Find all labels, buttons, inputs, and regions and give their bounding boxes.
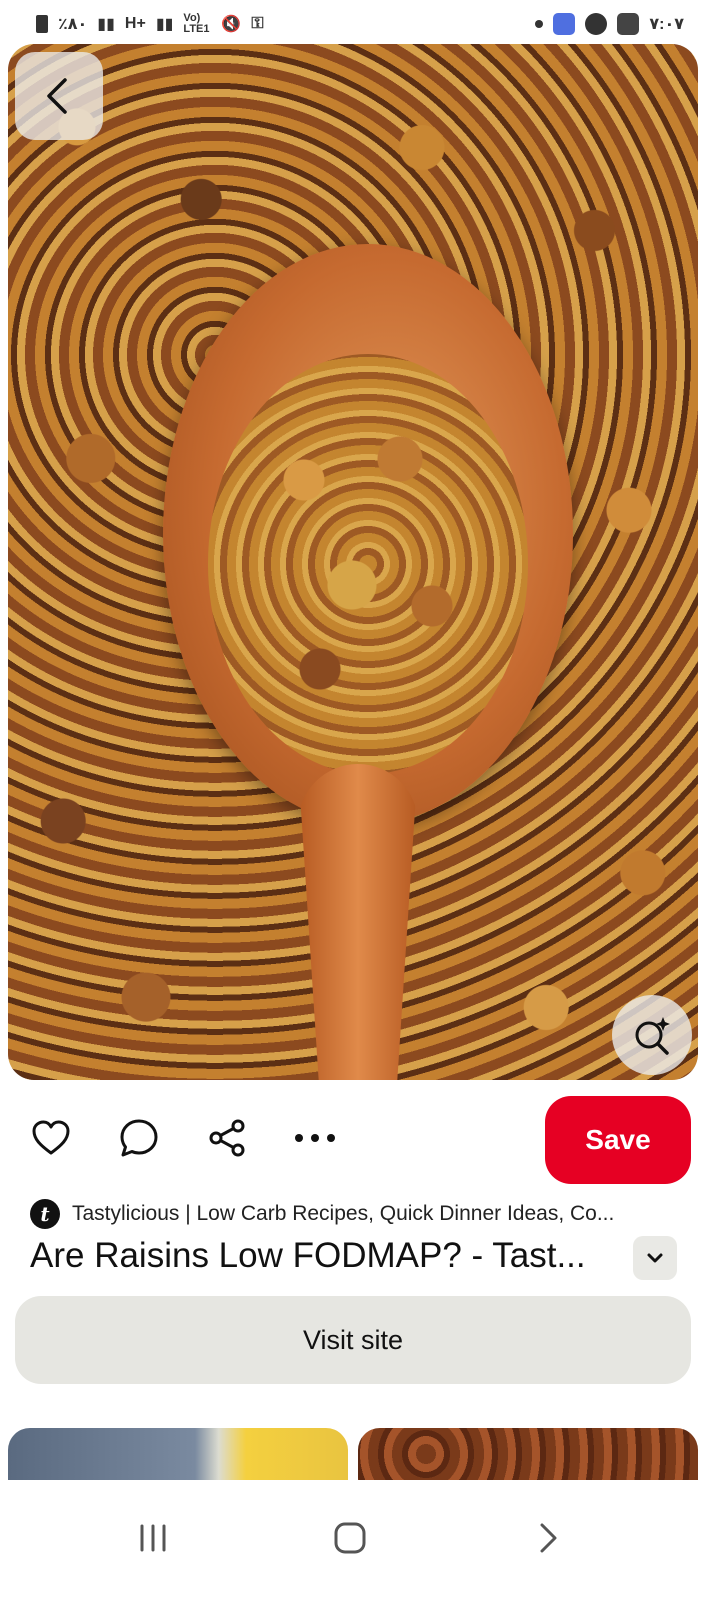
comment-icon <box>120 1119 158 1157</box>
chevron-left-icon <box>47 78 67 114</box>
battery-icon <box>36 15 48 33</box>
more-options-button[interactable] <box>291 1114 339 1162</box>
pin-source[interactable]: t Tastylicious | Low Carb Recipes, Quick… <box>30 1198 614 1230</box>
more-dots-icon <box>295 1134 335 1142</box>
image-icon <box>617 13 640 35</box>
status-bar: ٪٨٠ ▮▮ H+ ▮▮ Vo) LTE1 🔇 ⚿ ٧:٠٧ <box>0 0 720 48</box>
battery-percent: ٪٨٠ <box>58 16 88 33</box>
system-navigation-bar <box>0 1480 720 1600</box>
recents-icon <box>140 1524 166 1552</box>
mute-icon: 🔇 <box>221 16 242 33</box>
clock: ٧:٠٧ <box>649 16 684 33</box>
back-icon <box>540 1523 557 1553</box>
network-type-2: Vo) LTE1 <box>183 12 210 35</box>
recents-button[interactable] <box>123 1508 183 1568</box>
key-icon: ⚿ <box>251 15 264 32</box>
visual-search-button[interactable] <box>612 995 692 1075</box>
visit-site-button[interactable]: Visit site <box>15 1296 691 1384</box>
status-bar-right: ٧:٠٧ <box>535 13 684 35</box>
notification-dot-icon <box>535 20 544 28</box>
spoon-handle-graphic <box>298 764 418 1080</box>
like-button[interactable] <box>27 1114 75 1162</box>
home-icon <box>334 1522 366 1554</box>
source-avatar: t <box>30 1199 60 1229</box>
back-button[interactable] <box>15 52 103 140</box>
share-button[interactable] <box>203 1114 251 1162</box>
source-name: Tastylicious | Low Carb Recipes, Quick D… <box>72 1202 615 1225</box>
network-type: H+ <box>124 15 146 32</box>
signal-icon-2: ▮▮ <box>155 16 174 33</box>
related-pin-thumbnail[interactable] <box>8 1428 348 1480</box>
app-notification-icon <box>553 13 576 35</box>
back-nav-button[interactable] <box>518 1508 578 1568</box>
chevron-down-icon <box>647 1253 663 1263</box>
related-pin-thumbnail[interactable] <box>358 1428 698 1480</box>
status-bar-left: ٪٨٠ ▮▮ H+ ▮▮ Vo) LTE1 🔇 ⚿ <box>36 13 264 35</box>
share-icon <box>209 1119 245 1157</box>
raisins-in-spoon-graphic <box>208 354 528 774</box>
heart-icon <box>32 1120 70 1155</box>
save-button[interactable]: Save <box>545 1096 691 1184</box>
visual-search-sparkle-icon <box>635 1017 670 1055</box>
shield-check-icon <box>585 13 608 35</box>
home-button[interactable] <box>320 1508 380 1568</box>
pin-title: Are Raisins Low FODMAP? - Tast... <box>30 1236 586 1275</box>
pin-image[interactable] <box>8 44 698 1080</box>
comment-button[interactable] <box>115 1114 163 1162</box>
expand-description-button[interactable] <box>633 1236 677 1280</box>
pin-actions-row: Save <box>0 1096 720 1186</box>
signal-icon: ▮▮ <box>97 16 115 33</box>
